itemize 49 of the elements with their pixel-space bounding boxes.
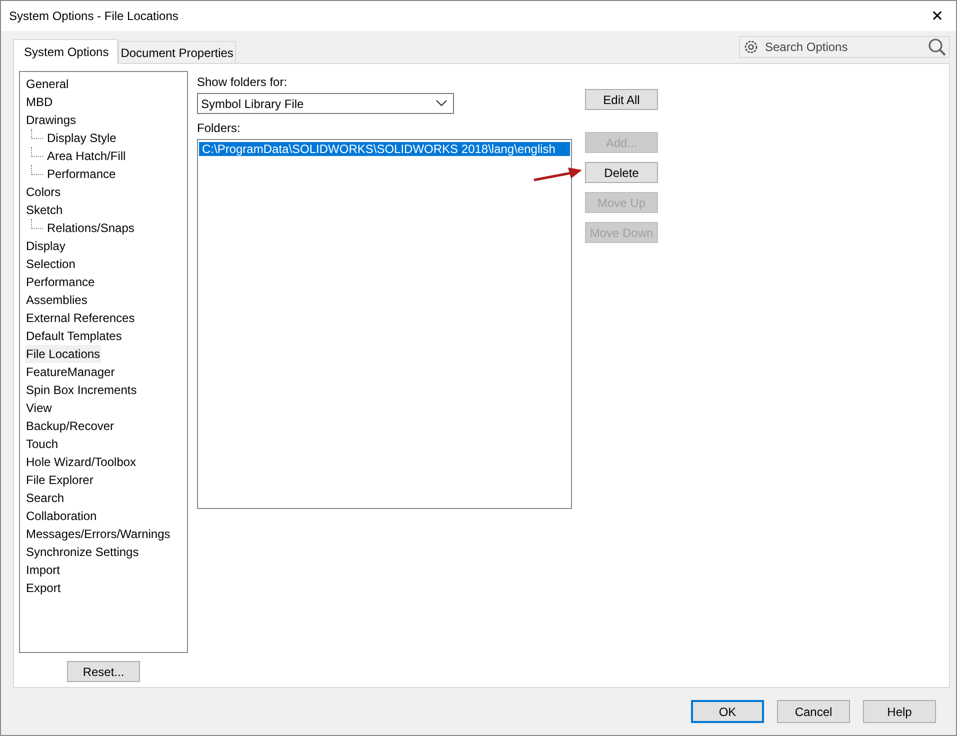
tree-item[interactable]: Backup/Recover [25, 417, 116, 435]
reset-button[interactable]: Reset... [67, 661, 140, 682]
tree-item[interactable]: Import [25, 561, 62, 579]
button[interactable]: OK [691, 700, 764, 723]
window-title: System Options - File Locations [9, 8, 178, 25]
tree-item[interactable]: Performance [46, 165, 117, 183]
button[interactable]: Cancel [777, 700, 850, 723]
tree-item[interactable]: Collaboration [25, 507, 98, 525]
tree-item[interactable]: Assemblies [25, 291, 88, 309]
tree-item[interactable]: Selection [25, 255, 76, 273]
edit-all-button[interactable]: Edit All [585, 89, 658, 110]
tree-item[interactable]: MBD [25, 93, 54, 111]
field-label: Show folders for: [197, 75, 288, 89]
tree-item[interactable]: Messages/Errors/Warnings [25, 525, 172, 543]
tab[interactable]: System Options [13, 39, 118, 64]
tree-item[interactable]: Sketch [25, 201, 64, 219]
folder-item[interactable]: C:\ProgramData\SOLIDWORKS\SOLIDWORKS 2018\lang\english [199, 142, 570, 156]
field-label: Folders: [197, 121, 242, 135]
tree-item[interactable]: General [25, 75, 70, 93]
annotation-arrow [534, 168, 582, 182]
tree-item[interactable]: File Explorer [25, 471, 94, 489]
dropdown[interactable]: Symbol Library File [197, 93, 454, 114]
button[interactable]: Delete [585, 162, 658, 183]
tree-item[interactable]: Synchronize Settings [25, 543, 140, 561]
tree-item[interactable]: Display [25, 237, 66, 255]
tree-item[interactable]: File Locations [25, 345, 102, 363]
tree-item[interactable]: Hole Wizard/Toolbox [25, 453, 138, 471]
tree-item[interactable]: View [25, 399, 53, 417]
search-field[interactable]: Search Options [763, 37, 924, 57]
search-field[interactable]: Search Options [739, 36, 950, 58]
tree-item[interactable]: Area Hatch/Fill [46, 147, 127, 165]
search-icon[interactable] [928, 38, 946, 56]
tab[interactable]: Document Properties [118, 41, 236, 63]
chevron-icon [436, 100, 447, 107]
tree-item[interactable]: Export [25, 579, 62, 597]
tree-item[interactable]: FeatureManager [25, 363, 116, 381]
tree-item[interactable]: Drawings [25, 111, 78, 129]
tree-item[interactable]: Display Style [46, 129, 118, 147]
button[interactable]: Help [863, 700, 936, 723]
close-button[interactable]: ✕ [927, 8, 948, 24]
tree-item[interactable]: Relations/Snaps [46, 219, 136, 237]
gear-icon [743, 39, 759, 55]
tree-item[interactable]: Search [25, 489, 66, 507]
tree-item[interactable]: Colors [25, 183, 62, 201]
tree-item[interactable]: Touch [25, 435, 60, 453]
tree-item[interactable]: Default Templates [25, 327, 123, 345]
tree-item[interactable]: Spin Box Increments [25, 381, 138, 399]
tree-item[interactable]: External References [25, 309, 136, 327]
tree-item[interactable]: Performance [25, 273, 96, 291]
